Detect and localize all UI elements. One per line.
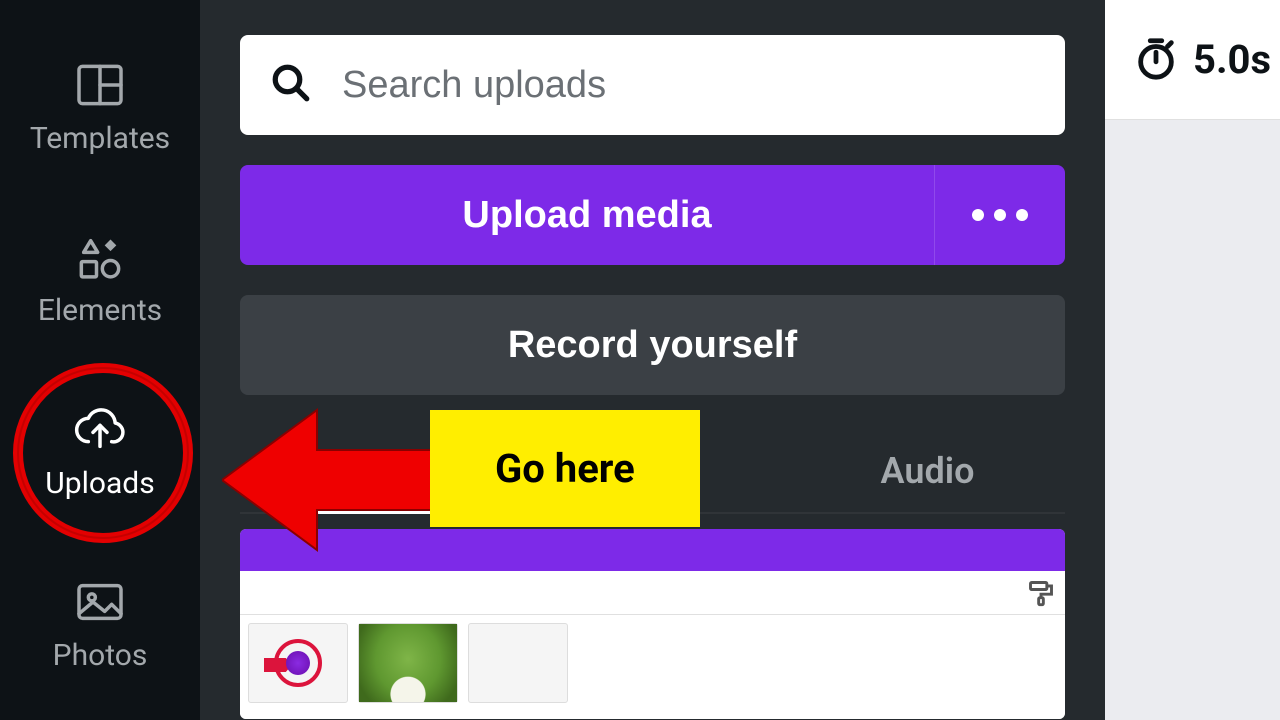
uploads-panel: Upload media Record yourself Images Vide…	[200, 0, 1105, 720]
timer-control[interactable]: 5.0s	[1133, 35, 1271, 85]
record-yourself-button[interactable]: Record yourself	[240, 295, 1065, 395]
tab-video[interactable]: Video	[515, 435, 790, 512]
search-bar[interactable]	[240, 35, 1065, 135]
upload-media-button[interactable]: Upload media	[240, 165, 935, 265]
elements-icon	[72, 229, 128, 285]
upload-thumb[interactable]	[240, 529, 1065, 719]
canvas-toolbar: 5.0s	[1105, 0, 1280, 120]
sidebar: Templates Elements	[0, 0, 200, 720]
sidebar-item-templates[interactable]: Templates	[20, 30, 180, 183]
timer-icon	[1133, 35, 1179, 85]
tab-audio[interactable]: Audio	[790, 435, 1065, 512]
lettuce-image	[359, 624, 457, 702]
search-icon	[270, 62, 312, 108]
canvas-area: 5.0s	[1105, 0, 1280, 720]
sidebar-item-label: Uploads	[45, 466, 154, 501]
sidebar-item-photos[interactable]: Photos	[20, 548, 180, 701]
uploads-icon	[72, 402, 128, 458]
tab-images[interactable]: Images	[240, 435, 515, 512]
timer-value: 5.0s	[1193, 36, 1271, 83]
templates-icon	[72, 57, 128, 113]
arrow-icon	[264, 658, 292, 672]
photos-icon	[72, 574, 128, 630]
sidebar-item-elements[interactable]: Elements	[20, 203, 180, 356]
upload-more-button[interactable]	[935, 165, 1065, 265]
sidebar-item-label: Elements	[38, 293, 162, 328]
sidebar-item-label: Photos	[53, 638, 148, 673]
sidebar-item-label: Templates	[30, 121, 170, 156]
paint-roller-icon	[1027, 579, 1055, 607]
upload-thumbnails	[240, 529, 1065, 719]
media-tabs: Images Video Audio	[240, 435, 1065, 514]
sidebar-item-uploads[interactable]: Uploads	[20, 375, 180, 528]
more-icon	[972, 209, 984, 221]
search-input[interactable]	[342, 64, 1035, 107]
